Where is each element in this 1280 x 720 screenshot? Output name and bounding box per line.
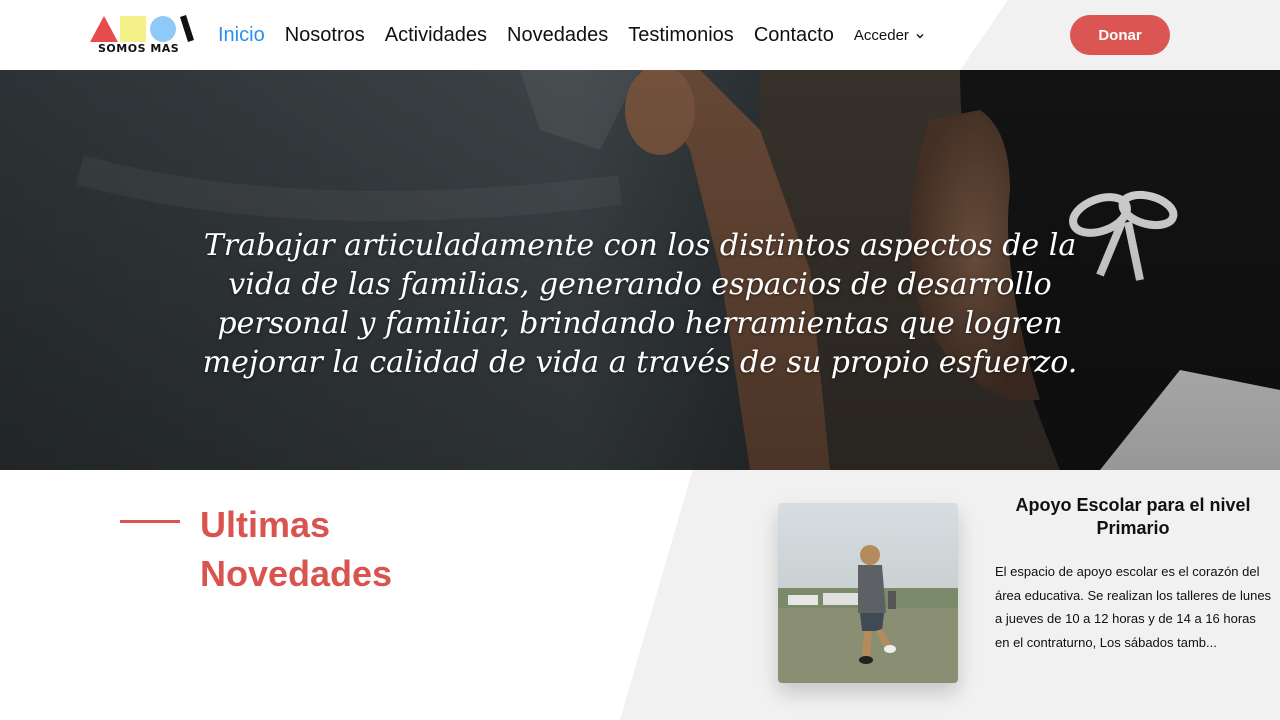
chevron-down-icon — [916, 33, 924, 38]
acceder-dropdown[interactable]: Acceder — [854, 27, 925, 44]
news-card-title[interactable]: Apoyo Escolar para el nivel Primario — [998, 494, 1268, 540]
main-nav: Inicio Nosotros Actividades Novedades Te… — [218, 24, 925, 47]
title-accent-line — [120, 520, 180, 523]
hero-banner: Trabajar articuladamente con los distint… — [0, 70, 1280, 470]
logo-text: SOMOS MAS — [98, 42, 180, 55]
donate-button[interactable]: Donar — [1070, 15, 1170, 55]
nav-item-contacto[interactable]: Contacto — [754, 24, 834, 47]
site-header: SOMOS MAS Inicio Nosotros Actividades No… — [0, 0, 1280, 70]
logo-shapes-icon — [90, 15, 194, 42]
nav-item-testimonios[interactable]: Testimonios — [628, 24, 734, 47]
section-title: Ultimas Novedades — [200, 504, 393, 594]
child-running-photo — [778, 503, 958, 683]
page: SOMOS MAS Inicio Nosotros Actividades No… — [0, 0, 1280, 720]
nav-item-novedades[interactable]: Novedades — [507, 24, 608, 47]
news-section: Ultimas Novedades Apoyo Escolar para el … — [0, 470, 1280, 720]
hero-mission-text: Trabajar articuladamente con los distint… — [202, 228, 1078, 380]
nav-item-nosotros[interactable]: Nosotros — [285, 24, 365, 47]
nav-item-actividades[interactable]: Actividades — [385, 24, 487, 47]
acceder-label: Acceder — [853, 27, 909, 44]
news-card-text: El espacio de apoyo escolar es el corazó… — [995, 564, 1272, 650]
news-card-image[interactable] — [778, 503, 958, 683]
nav-item-inicio[interactable]: Inicio — [218, 24, 265, 47]
logo[interactable]: SOMOS MAS — [88, 14, 196, 58]
